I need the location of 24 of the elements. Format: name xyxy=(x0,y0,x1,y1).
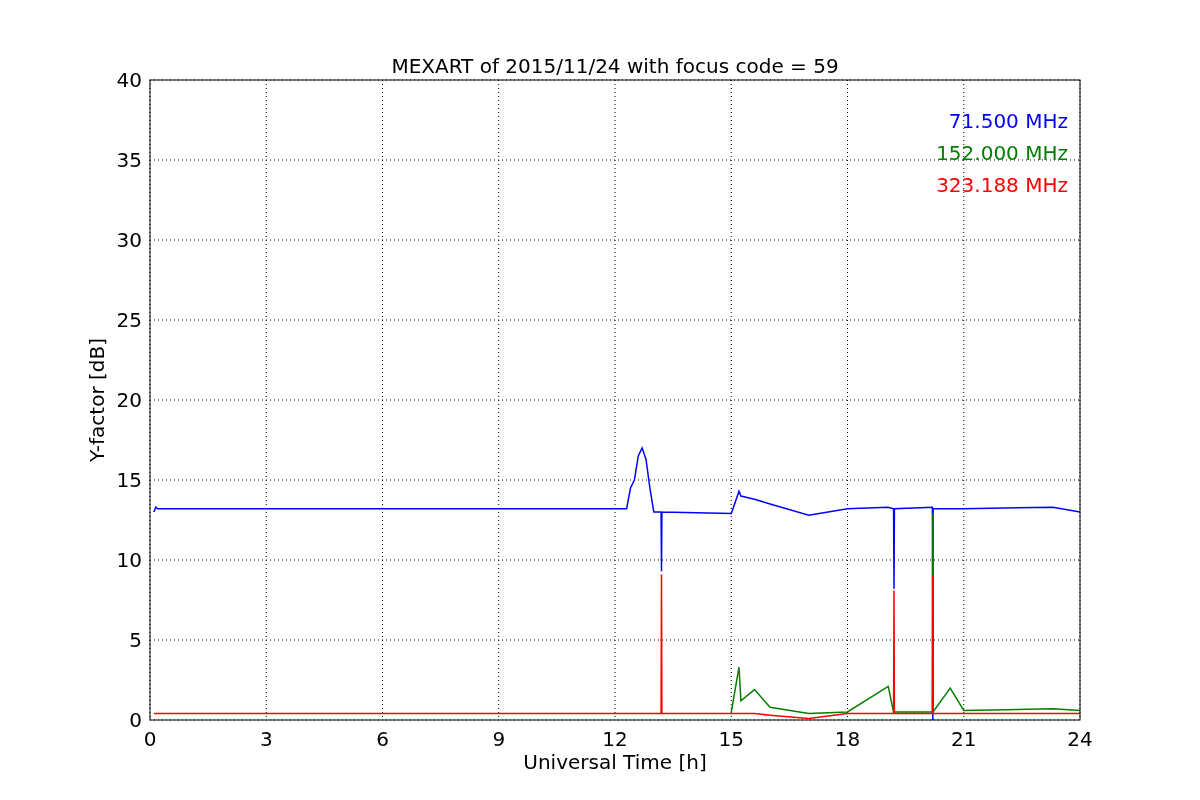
y-tick-label: 0 xyxy=(129,708,142,732)
y-axis-label: Y-factor [dB] xyxy=(85,338,109,462)
y-tick-label: 30 xyxy=(116,228,142,252)
x-tick-label: 24 xyxy=(1067,727,1093,751)
x-tick-label: 12 xyxy=(602,727,628,751)
x-tick-label: 9 xyxy=(492,727,506,751)
x-tick-label: 3 xyxy=(259,727,273,751)
x-tick-label: 21 xyxy=(951,727,977,751)
x-tick-label: 6 xyxy=(376,727,389,751)
y-tick-label: 25 xyxy=(116,308,142,332)
x-axis-label: Universal Time [h] xyxy=(523,750,707,774)
y-tick-label: 15 xyxy=(116,468,142,492)
legend-label: 323.188 MHz xyxy=(936,173,1068,197)
y-tick-label: 35 xyxy=(116,148,142,172)
legend-label: 71.500 MHz xyxy=(948,109,1068,133)
x-tick-label: 15 xyxy=(718,727,744,751)
chart-title: MEXART of 2015/11/24 with focus code = 59 xyxy=(391,54,839,78)
legend-label: 152.000 MHz xyxy=(936,141,1068,165)
y-tick-label: 5 xyxy=(129,628,142,652)
y-tick-label: 40 xyxy=(116,68,142,92)
x-tick-label: 18 xyxy=(834,727,861,751)
x-tick-label: 0 xyxy=(143,727,157,751)
y-tick-label: 10 xyxy=(116,548,142,572)
y-tick-label: 20 xyxy=(116,388,142,412)
